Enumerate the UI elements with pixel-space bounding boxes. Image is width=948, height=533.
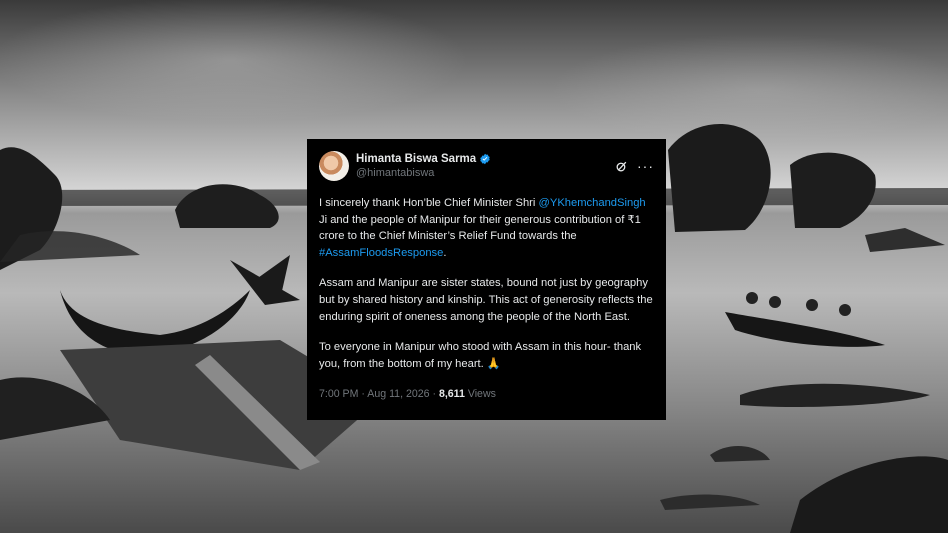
tweet-paragraph-1: I sincerely thank Hon’ble Chief Minister… [319, 195, 654, 261]
tweet-meta: 7:00 PM · Aug 11, 2026 · 8,611 Views [319, 386, 654, 403]
paragraph-1-text-b: Ji and the people of Manipur for their g… [319, 213, 641, 243]
grok-icon[interactable] [615, 160, 628, 173]
views-count: 8,611 [438, 388, 465, 401]
tweet-body: I sincerely thank Hon’ble Chief Minister… [319, 195, 654, 372]
paragraph-1-text-a: I sincerely thank Hon’ble Chief Minister… [319, 197, 539, 209]
author-name-row: Himanta Biswa Sarma [356, 152, 491, 166]
paragraph-1-text-c: . [443, 246, 447, 259]
tweet-card[interactable]: Himanta Biswa Sarma @himantabiswa ··· I … [307, 139, 666, 420]
tweet-header: Himanta Biswa Sarma @himantabiswa ··· [319, 149, 654, 183]
tweet-paragraph-3: To everyone in Manipur who stood with As… [319, 341, 642, 370]
more-options-icon[interactable]: ··· [637, 159, 654, 173]
author-handle[interactable]: @himantabiswa [356, 166, 491, 180]
hashtag-link[interactable]: #AssamFloodsResponse [319, 247, 443, 259]
timestamp[interactable]: 7:00 PM · Aug 11, 2026 · [319, 388, 439, 400]
author-block: Himanta Biswa Sarma @himantabiswa [356, 152, 491, 180]
header-actions: ··· [615, 159, 654, 173]
author-name[interactable]: Himanta Biswa Sarma [356, 152, 476, 166]
views-label: Views [464, 388, 496, 401]
verified-badge-icon [480, 153, 490, 165]
avatar[interactable] [319, 151, 349, 181]
tweet-paragraph-2: Assam and Manipur are sister states, bou… [319, 277, 653, 323]
mention-link[interactable]: @YKhemchandSingh [539, 197, 646, 209]
